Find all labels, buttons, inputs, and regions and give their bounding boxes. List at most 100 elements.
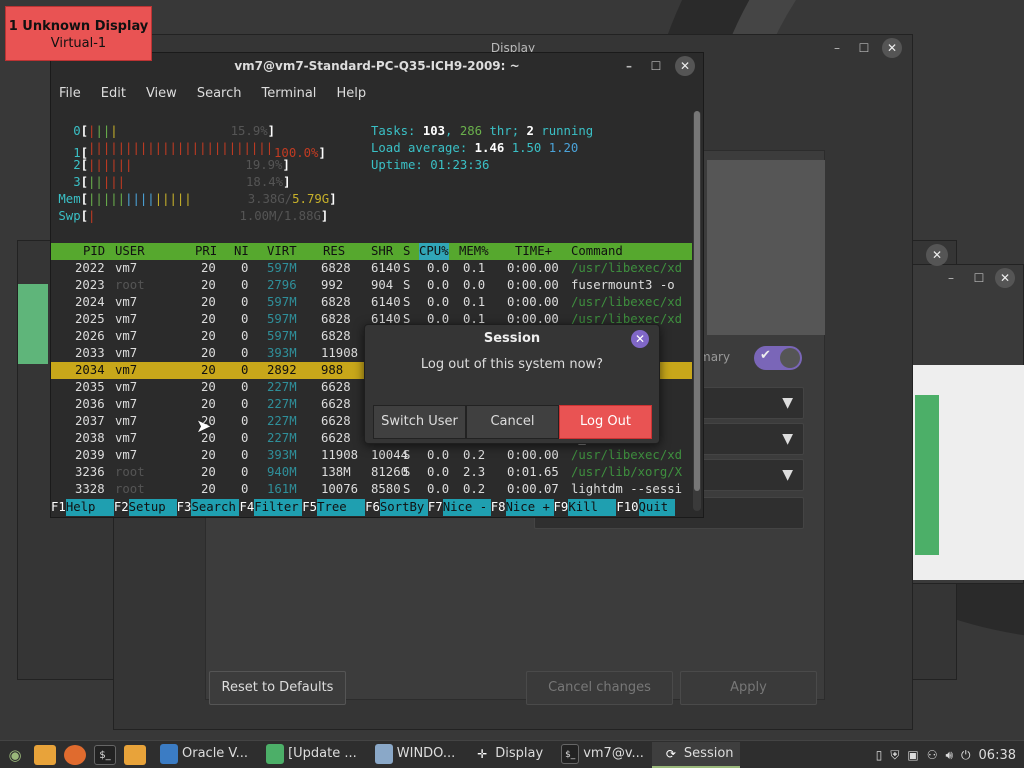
column-header[interactable]: CPU% xyxy=(419,243,449,260)
monitor-preview[interactable] xyxy=(707,160,825,335)
fkey-f7[interactable]: F7 xyxy=(428,499,443,516)
taskbar-item-terminal[interactable]: $_ vm7@v... xyxy=(551,742,650,768)
column-header[interactable]: VIRT xyxy=(267,243,297,260)
column-header[interactable]: TIME+ xyxy=(515,243,552,260)
minimize-icon[interactable]: – xyxy=(827,38,847,58)
display-icon[interactable]: ▣ xyxy=(907,748,918,762)
menu-terminal[interactable]: Terminal xyxy=(261,86,316,101)
maximize-icon[interactable]: ☐ xyxy=(854,38,874,58)
shield-icon[interactable]: ⛨ xyxy=(890,748,899,763)
terminal-icon[interactable]: $_ xyxy=(94,744,116,765)
cancel-changes-button[interactable]: Cancel changes xyxy=(526,671,673,705)
files-icon[interactable] xyxy=(34,744,56,765)
notifications-icon[interactable]: ▯ xyxy=(876,748,883,762)
window-title: vm7@vm7-Standard-PC-Q35-ICH9-2009: ~ xyxy=(234,59,520,73)
table-row[interactable]: 2024 vm7 20 0 597M 6828 6140 S 0.0 0.1 0:00.00/usr… xyxy=(51,294,692,311)
fkey-f3[interactable]: F3 xyxy=(177,499,192,516)
fkey-label[interactable]: Tree xyxy=(317,499,366,516)
column-header[interactable]: SHR xyxy=(371,243,393,260)
close-icon[interactable]: ✕ xyxy=(926,244,948,266)
clock[interactable]: 06:38 xyxy=(979,748,1016,763)
fkey-label[interactable]: Search xyxy=(191,499,240,516)
column-header[interactable]: MEM% xyxy=(459,243,489,260)
table-row[interactable]: 3236 root 20 0 940M 138M 81260 S 0.0 2.3 0:01.65/u… xyxy=(51,464,692,481)
column-header[interactable]: Command xyxy=(571,243,623,260)
fkey-f1[interactable]: F1 xyxy=(51,499,66,516)
fkey-f10[interactable]: F10 xyxy=(616,499,638,516)
table-row[interactable]: 2023 root 20 0 2796 992 904 S 0.0 0.0 0:00.00 fuser… xyxy=(51,277,692,294)
fkey-f5[interactable]: F5 xyxy=(302,499,317,516)
fkey-label[interactable]: Nice - xyxy=(442,499,491,516)
session-dialog[interactable]: Session ✕ Log out of this system now? Sw… xyxy=(364,324,660,444)
primary-toggle[interactable]: ✔ xyxy=(754,346,802,370)
firefox-icon[interactable] xyxy=(64,744,86,765)
column-header[interactable]: S xyxy=(403,243,410,260)
column-header[interactable]: PID xyxy=(83,243,105,260)
fkey-label[interactable]: Setup xyxy=(128,499,177,516)
htop-output[interactable]: 0[|||| 15.9%] 1[|||||||||||||||||||||||||… xyxy=(51,109,692,517)
taskbar-item-label: [Update ... xyxy=(288,746,357,761)
terminal-scrollbar[interactable] xyxy=(693,111,701,511)
table-row[interactable]: 2022 vm7 20 0 597M 6828 6140 S 0.0 0.1 0:00.00/usr… xyxy=(51,260,692,277)
table-row[interactable]: 3328 root 20 0 161M 10076 8580 S 0.0 0.2 0:00.07 li… xyxy=(51,481,692,498)
taskbar-item-oracle[interactable]: Oracle V... xyxy=(150,742,254,768)
folder-icon[interactable] xyxy=(124,744,146,765)
fkey-label[interactable]: Quit xyxy=(638,499,675,516)
process-table-header[interactable]: PID USER PRI NI VIRT RES SHR S CPU% MEM% TIME+ Comm… xyxy=(51,243,692,260)
menu-edit[interactable]: Edit xyxy=(101,86,126,101)
cell-ni: 0 xyxy=(241,482,249,496)
fkey-label[interactable]: SortBy xyxy=(379,499,428,516)
menu-view[interactable]: View xyxy=(146,86,177,101)
fkey-f4[interactable]: F4 xyxy=(239,499,254,516)
fkey-f9[interactable]: F9 xyxy=(554,499,569,516)
taskbar-item-update[interactable]: [Update ... xyxy=(256,742,363,768)
taskbar-item-label: Oracle V... xyxy=(182,746,249,761)
cell-res: 6628 xyxy=(321,397,351,411)
menu-icon[interactable]: ◉ xyxy=(4,745,26,765)
fkey-f8[interactable]: F8 xyxy=(491,499,506,516)
cpu-meter: 3[||||| 18.4%] xyxy=(73,175,291,189)
maximize-icon[interactable]: ☐ xyxy=(969,268,989,288)
reset-defaults-button[interactable]: Reset to Defaults xyxy=(209,671,346,705)
column-header[interactable]: RES xyxy=(323,243,345,260)
cell-user: vm7 xyxy=(115,397,138,411)
switch-user-button[interactable]: Switch User xyxy=(373,405,466,439)
column-header[interactable]: USER xyxy=(115,243,145,260)
fkey-label[interactable]: Help xyxy=(65,499,114,516)
column-header[interactable]: PRI xyxy=(195,243,217,260)
close-icon[interactable]: ✕ xyxy=(675,56,695,76)
power-icon[interactable]: ⏻ xyxy=(961,748,971,763)
fkey-f2[interactable]: F2 xyxy=(114,499,129,516)
menu-file[interactable]: File xyxy=(59,86,81,101)
close-icon[interactable]: ✕ xyxy=(631,330,649,348)
close-icon[interactable]: ✕ xyxy=(995,268,1015,288)
taskbar-item-windows[interactable]: WINDO... xyxy=(365,742,462,768)
taskbar-item-session[interactable]: ⟳ Session xyxy=(651,741,740,768)
minimize-icon[interactable]: – xyxy=(619,56,639,76)
table-row[interactable]: 2039 vm7 20 0 393M 11908 10044 S 0.0 0.2 0:00.00/u… xyxy=(51,447,692,464)
cell-s: S xyxy=(403,261,411,275)
fkey-f6[interactable]: F6 xyxy=(365,499,380,516)
network-icon[interactable]: ⚇ xyxy=(927,748,938,762)
maximize-icon[interactable]: ☐ xyxy=(646,56,666,76)
cell-mem: 0.2 xyxy=(463,482,486,496)
cancel-button[interactable]: Cancel xyxy=(466,405,559,439)
menu-search[interactable]: Search xyxy=(197,86,242,101)
scrollbar-thumb[interactable] xyxy=(694,111,700,491)
volume-icon[interactable]: 🔊︎ xyxy=(945,748,953,763)
terminal-window[interactable]: vm7@vm7-Standard-PC-Q35-ICH9-2009: ~ – ☐… xyxy=(50,52,704,518)
fkey-label[interactable]: Filter xyxy=(254,499,303,516)
cell-ni: 0 xyxy=(241,397,249,411)
menu-help[interactable]: Help xyxy=(336,86,366,101)
fkey-label[interactable]: Nice + xyxy=(505,499,554,516)
minimize-icon[interactable]: – xyxy=(941,268,961,288)
cell-virt: 227M xyxy=(267,414,297,428)
close-icon[interactable]: ✕ xyxy=(882,38,902,58)
column-header[interactable]: NI xyxy=(234,243,249,260)
apply-button[interactable]: Apply xyxy=(680,671,817,705)
cell-pid: 2023 xyxy=(75,278,105,292)
cell-res: 6628 xyxy=(321,380,351,394)
log-out-button[interactable]: Log Out xyxy=(559,405,652,439)
taskbar-item-display[interactable]: ✛ Display xyxy=(463,742,549,768)
fkey-label[interactable]: Kill xyxy=(568,499,617,516)
